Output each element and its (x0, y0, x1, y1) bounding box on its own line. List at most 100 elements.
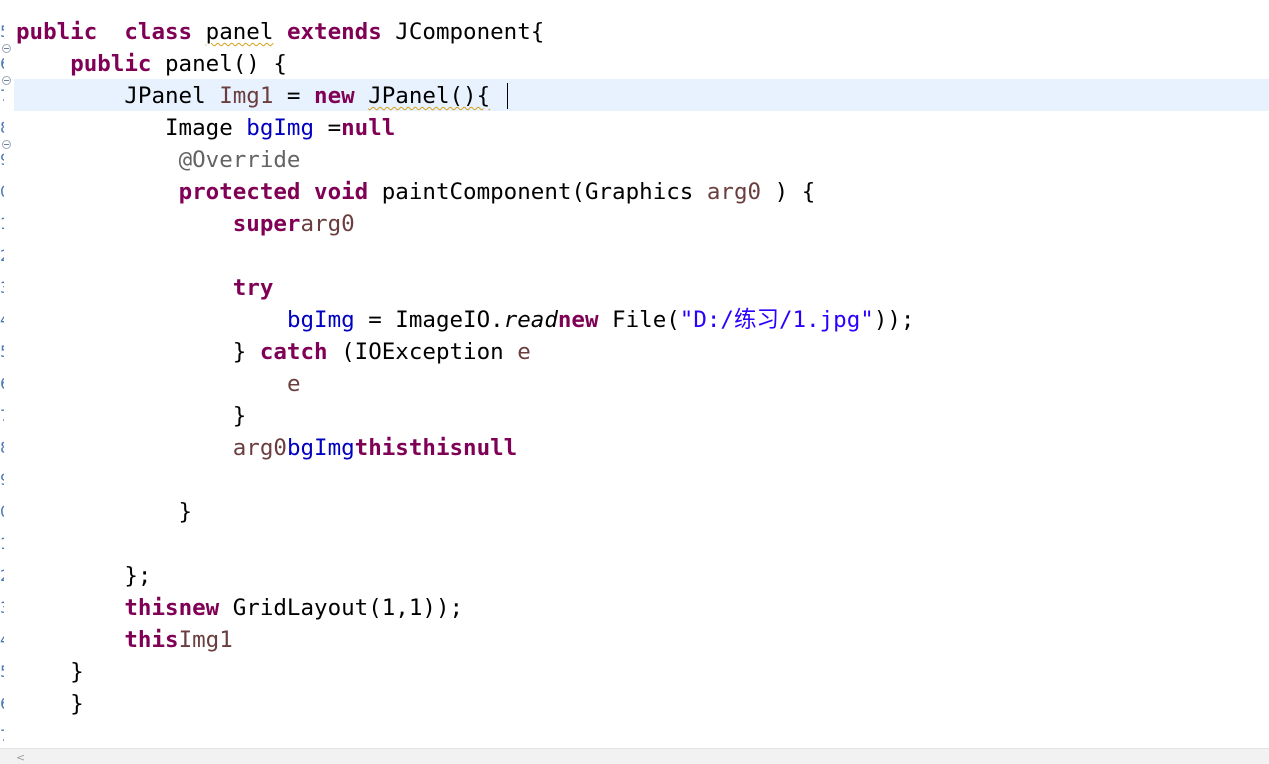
code-token: new (557, 307, 599, 333)
horizontal-scrollbar[interactable]: < (0, 748, 1269, 764)
code-token: panel() { (151, 51, 287, 77)
code-token: void (314, 179, 369, 205)
fold-collapse-icon[interactable] (2, 76, 11, 85)
line-number: 2 (0, 560, 4, 592)
line-number: 7 (0, 80, 4, 112)
fold-collapse-icon[interactable] (2, 44, 11, 53)
code-token: } (16, 403, 247, 429)
line-number: 6 (0, 368, 4, 400)
code-line[interactable]: protected void paintComponent(Graphics a… (16, 176, 914, 208)
line-number: 3 (0, 272, 4, 304)
code-token: = (314, 115, 342, 141)
code-token: } (16, 659, 84, 685)
code-editor[interactable]: 567890123456789012345678 public class pa… (0, 0, 1269, 764)
code-token: public (16, 19, 98, 45)
code-token: File( (598, 307, 680, 333)
code-line[interactable]: @Override (16, 144, 914, 176)
code-line[interactable]: }; (16, 560, 914, 592)
code-line[interactable]: Image bgImg =null (16, 112, 914, 144)
code-token: class (124, 19, 193, 45)
code-token: arg0 (706, 179, 762, 205)
code-token: Img1 (219, 83, 274, 109)
code-token: arg0 (300, 211, 355, 237)
code-token: = ImageIO. (354, 307, 504, 333)
line-number: 9 (0, 464, 4, 496)
code-line[interactable] (16, 528, 914, 560)
line-number: 0 (0, 176, 4, 208)
code-token: @Override (178, 147, 301, 173)
line-number: 4 (0, 624, 4, 656)
scroll-left-arrow-icon[interactable]: < (16, 751, 25, 764)
code-token: e (517, 339, 531, 365)
text-caret (507, 83, 508, 109)
code-token: } (16, 499, 193, 525)
code-line[interactable]: thisImg1 (16, 624, 914, 656)
code-token: bgImg (286, 307, 355, 333)
code-token: this (124, 627, 179, 653)
code-line[interactable]: thisnew GridLayout(1,1)); (16, 592, 914, 624)
code-token: ) { (761, 179, 816, 205)
code-token: bgImg (286, 435, 355, 461)
code-token: } (16, 339, 260, 365)
code-token: bgImg (246, 115, 315, 141)
line-number: 5 (0, 656, 4, 688)
code-line[interactable]: public panel() { (16, 48, 914, 80)
code-lines[interactable]: public class panel extends JComponent{ p… (16, 16, 914, 720)
code-line[interactable]: JPanel Img1 = new JPanel(){ (16, 80, 914, 112)
line-number: 3 (0, 592, 4, 624)
line-number: 7 (0, 400, 4, 432)
code-token: public (70, 51, 152, 77)
code-token: Img1 (178, 627, 233, 653)
code-token: this (124, 595, 179, 621)
code-line[interactable]: } (16, 496, 914, 528)
line-number: 4 (0, 304, 4, 336)
code-line[interactable]: } (16, 400, 914, 432)
code-token: Image (16, 115, 247, 141)
code-line[interactable]: try (16, 272, 914, 304)
code-token: catch (259, 339, 328, 365)
code-token: )); (873, 307, 915, 333)
code-line[interactable] (16, 240, 914, 272)
code-token: arg0 (232, 435, 287, 461)
line-number: 1 (0, 208, 4, 240)
code-line[interactable]: superarg0 (16, 208, 914, 240)
line-number: 9 (0, 144, 4, 176)
code-line[interactable] (16, 464, 914, 496)
code-line[interactable]: public class panel extends JComponent{ (16, 16, 914, 48)
code-token: paintComponent(Graphics (368, 179, 707, 205)
code-line[interactable]: } (16, 656, 914, 688)
code-token: }; (16, 563, 152, 589)
code-line[interactable]: bgImg = ImageIO.readnew File("D:/练习/1.jp… (16, 304, 915, 336)
code-token: protected (178, 179, 301, 205)
code-line[interactable]: } catch (IOException e (16, 336, 914, 368)
code-token: new (314, 83, 355, 109)
code-token: = (273, 83, 315, 109)
code-token: null (463, 435, 518, 461)
fold-collapse-icon[interactable] (2, 140, 11, 149)
code-token: extends (286, 19, 382, 45)
code-token: null (341, 115, 396, 141)
code-line[interactable]: e (16, 368, 914, 400)
line-number: 6 (0, 48, 4, 80)
code-token: try (232, 275, 274, 301)
line-number: 1 (0, 528, 4, 560)
line-number: 5 (0, 16, 4, 48)
code-token: JPanel (16, 83, 220, 109)
code-line[interactable]: } (16, 688, 914, 720)
code-token: e (286, 371, 301, 397)
line-number: 6 (0, 688, 4, 720)
code-token: "D:/练习/1.jpg" (679, 307, 874, 333)
code-line[interactable]: arg0bgImgthisthisnull (16, 432, 914, 464)
code-token: new (178, 595, 220, 621)
line-number: 5 (0, 336, 4, 368)
